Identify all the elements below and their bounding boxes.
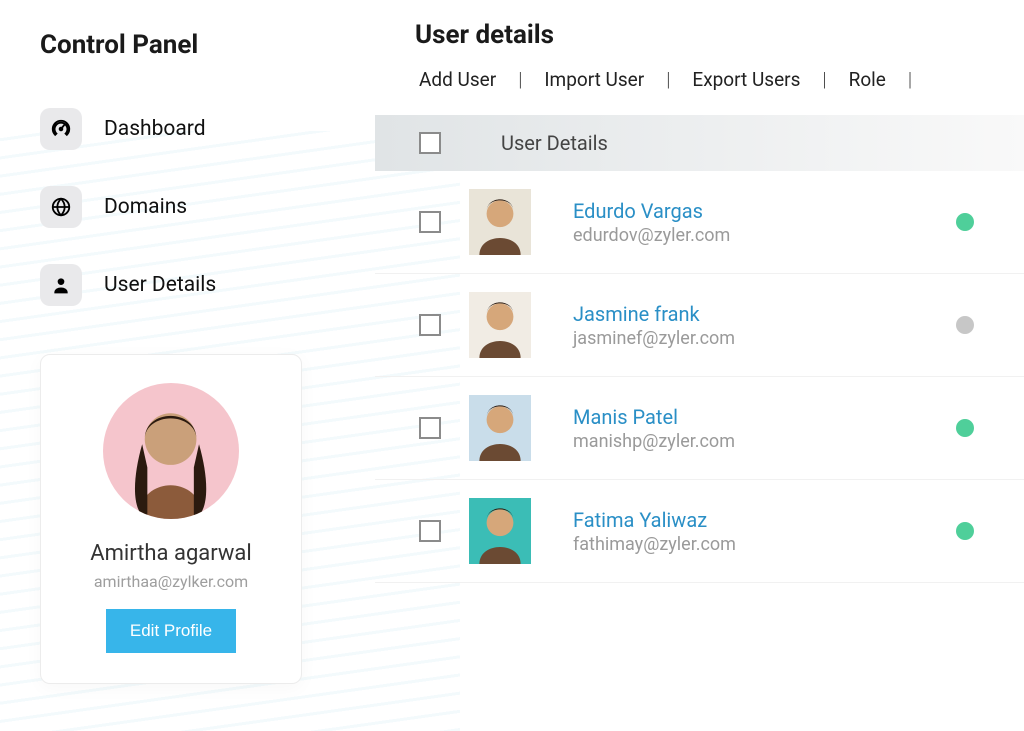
action-export-users[interactable]: Export Users xyxy=(688,68,804,91)
main-content: User details Add User | Import User | Ex… xyxy=(345,0,1024,711)
sidebar-title: Control Panel xyxy=(40,30,315,60)
row-checkbox[interactable] xyxy=(419,211,441,233)
profile-name: Amirtha agarwal xyxy=(61,541,281,566)
action-separator: | xyxy=(908,68,912,91)
profile-avatar xyxy=(103,383,239,519)
status-dot xyxy=(956,419,974,437)
row-checkbox[interactable] xyxy=(419,520,441,542)
user-avatar xyxy=(469,292,531,358)
status-dot xyxy=(956,316,974,334)
action-separator: | xyxy=(822,68,826,91)
action-separator: | xyxy=(518,68,522,91)
user-name-link[interactable]: Jasmine frank xyxy=(573,302,956,326)
user-email: manishp@zyler.com xyxy=(573,431,956,452)
status-dot xyxy=(956,213,974,231)
user-icon xyxy=(40,264,82,306)
sidebar-item-label: Dashboard xyxy=(104,117,206,141)
sidebar-item-label: User Details xyxy=(104,273,216,297)
action-bar: Add User | Import User | Export Users | … xyxy=(415,68,1024,91)
user-avatar xyxy=(469,498,531,564)
sidebar-item-label: Domains xyxy=(104,195,187,219)
user-info: Fatima Yaliwazfathimay@zyler.com xyxy=(573,508,956,555)
user-avatar xyxy=(469,395,531,461)
sidebar: Control Panel Dashboard Domains xyxy=(0,0,345,711)
profile-card: Amirtha agarwal amirthaa@zylker.com Edit… xyxy=(40,354,302,684)
status-dot xyxy=(956,522,974,540)
sidebar-item-domains[interactable]: Domains xyxy=(40,168,315,246)
user-info: Edurdo Vargasedurdov@zyler.com xyxy=(573,199,956,246)
user-info: Jasmine frankjasminef@zyler.com xyxy=(573,302,956,349)
user-info: Manis Patelmanishp@zyler.com xyxy=(573,405,956,452)
globe-icon xyxy=(40,186,82,228)
user-avatar xyxy=(469,189,531,255)
row-checkbox[interactable] xyxy=(419,314,441,336)
table-header: User Details xyxy=(375,115,1024,171)
gauge-icon xyxy=(40,108,82,150)
profile-email: amirthaa@zylker.com xyxy=(61,572,281,591)
action-role[interactable]: Role xyxy=(845,68,890,91)
column-header-user-details: User Details xyxy=(501,131,608,155)
table-row: Manis Patelmanishp@zyler.com xyxy=(375,377,1024,480)
user-email: jasminef@zyler.com xyxy=(573,328,956,349)
user-email: fathimay@zyler.com xyxy=(573,534,956,555)
table-row: Fatima Yaliwazfathimay@zyler.com xyxy=(375,480,1024,583)
sidebar-item-dashboard[interactable]: Dashboard xyxy=(40,90,315,168)
table-row: Jasmine frankjasminef@zyler.com xyxy=(375,274,1024,377)
row-checkbox[interactable] xyxy=(419,417,441,439)
action-add-user[interactable]: Add User xyxy=(415,68,500,91)
user-table: User Details Edurdo Vargasedurdov@zyler.… xyxy=(375,115,1024,583)
user-name-link[interactable]: Fatima Yaliwaz xyxy=(573,508,956,532)
select-all-checkbox[interactable] xyxy=(419,132,441,154)
table-row: Edurdo Vargasedurdov@zyler.com xyxy=(375,171,1024,274)
user-name-link[interactable]: Manis Patel xyxy=(573,405,956,429)
action-separator: | xyxy=(666,68,670,91)
sidebar-item-user-details[interactable]: User Details xyxy=(40,246,315,324)
action-import-user[interactable]: Import User xyxy=(540,68,648,91)
page-title: User details xyxy=(415,20,1024,50)
user-email: edurdov@zyler.com xyxy=(573,225,956,246)
edit-profile-button[interactable]: Edit Profile xyxy=(106,609,236,653)
user-name-link[interactable]: Edurdo Vargas xyxy=(573,199,956,223)
